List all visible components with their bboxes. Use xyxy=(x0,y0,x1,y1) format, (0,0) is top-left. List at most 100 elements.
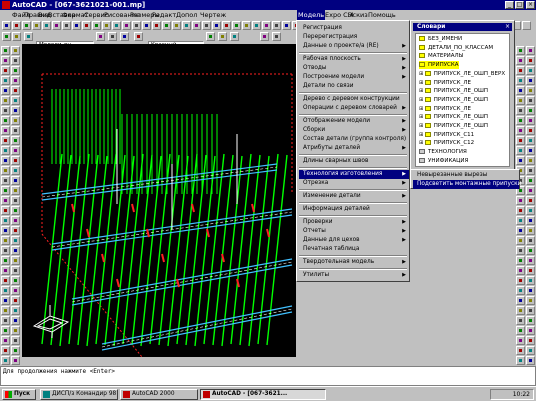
tree-item[interactable]: ⊞ ПРИПУСК_С12 xyxy=(419,139,474,147)
tree-item[interactable]: ⊞ ПРИПУСК_ЛЕ xyxy=(419,79,471,87)
draw-tool-button[interactable] xyxy=(11,336,20,345)
modify-tool-button[interactable] xyxy=(526,356,535,365)
modify-tool-button[interactable] xyxy=(526,56,535,65)
menu-item[interactable]: Допол xyxy=(176,10,197,20)
highlight-allowances-item[interactable]: Подсветить монтажные припуски xyxy=(413,180,521,189)
modify-tool-button[interactable] xyxy=(516,106,525,115)
modify-tool-button[interactable] xyxy=(526,336,535,345)
layer-toolbar-button[interactable] xyxy=(96,32,105,41)
draw-tool-button[interactable] xyxy=(1,326,10,335)
model-menu-item[interactable]: Рабочая плоскость ▶ xyxy=(299,55,409,64)
draw-tool-button[interactable] xyxy=(1,266,10,275)
modify-tool-button[interactable] xyxy=(516,206,525,215)
modify-tool-button[interactable] xyxy=(516,76,525,85)
tree-item[interactable]: ⊞ ПРИПУСК_ЛЕ_ОШП xyxy=(419,113,488,121)
toolbar-button[interactable] xyxy=(42,21,51,30)
draw-tool-button[interactable] xyxy=(11,186,20,195)
modify-tool-button[interactable] xyxy=(526,306,535,315)
toolbar-button[interactable] xyxy=(62,21,71,30)
tree-item[interactable]: УНИФИКАЦИЯ xyxy=(419,157,468,165)
modify-tool-button[interactable] xyxy=(526,276,535,285)
draw-tool-button[interactable] xyxy=(11,176,20,185)
tree-item[interactable]: ДЕТАЛИ_ПО_КЛАССАМ xyxy=(419,44,493,52)
modify-tool-button[interactable] xyxy=(516,276,525,285)
draw-tool-button[interactable] xyxy=(11,146,20,155)
layer-toolbar-button[interactable] xyxy=(272,32,281,41)
modify-tool-button[interactable] xyxy=(526,256,535,265)
toolbar-button[interactable] xyxy=(202,21,211,30)
draw-tool-button[interactable] xyxy=(11,46,20,55)
draw-tool-button[interactable] xyxy=(11,236,20,245)
toolbar-button[interactable] xyxy=(212,21,221,30)
model-menu-item[interactable]: Утилиты ▶ xyxy=(299,271,409,280)
toolbar-button[interactable] xyxy=(92,21,101,30)
draw-tool-button[interactable] xyxy=(1,106,10,115)
tree-item[interactable]: БЕЗ_ИМЕНИ xyxy=(419,35,462,43)
draw-tool-button[interactable] xyxy=(1,206,10,215)
model-menu-item[interactable]: Перерегистрация xyxy=(299,33,409,42)
modify-tool-button[interactable] xyxy=(526,246,535,255)
toolbar-button[interactable] xyxy=(272,21,281,30)
modify-tool-button[interactable] xyxy=(526,46,535,55)
draw-tool-button[interactable] xyxy=(1,96,10,105)
modify-tool-button[interactable] xyxy=(526,226,535,235)
model-menu-item[interactable]: Состав детали (группа контроля) xyxy=(299,135,409,144)
toolbar-button[interactable] xyxy=(112,21,121,30)
modify-tool-button[interactable] xyxy=(526,186,535,195)
modify-tool-button[interactable] xyxy=(526,126,535,135)
draw-tool-button[interactable] xyxy=(1,126,10,135)
draw-tool-button[interactable] xyxy=(11,266,20,275)
modify-tool-button[interactable] xyxy=(526,316,535,325)
toolbar-button[interactable] xyxy=(122,21,131,30)
draw-tool-button[interactable] xyxy=(1,346,10,355)
menu-item[interactable]: Помощь xyxy=(368,10,396,20)
menu-item[interactable]: Эскиз xyxy=(348,10,368,20)
modify-tool-button[interactable] xyxy=(526,76,535,85)
draw-tool-button[interactable] xyxy=(1,196,10,205)
draw-tool-button[interactable] xyxy=(11,346,20,355)
modify-tool-button[interactable] xyxy=(516,306,525,315)
draw-tool-button[interactable] xyxy=(11,76,20,85)
draw-tool-button[interactable] xyxy=(11,356,20,365)
modify-tool-button[interactable] xyxy=(516,96,525,105)
draw-tool-button[interactable] xyxy=(11,56,20,65)
tree-item[interactable]: ТЕХНОЛОГИЯ xyxy=(419,148,467,156)
model-menu-item[interactable]: Данные о проекте/а (RE) ▶ xyxy=(299,42,409,51)
modify-tool-button[interactable] xyxy=(516,316,525,325)
draw-tool-button[interactable] xyxy=(11,166,20,175)
layer-toolbar-button[interactable] xyxy=(108,32,117,41)
model-menu-item[interactable]: Технология изготовления ▶ xyxy=(299,170,409,179)
draw-tool-button[interactable] xyxy=(11,206,20,215)
model-menu-item[interactable]: Твердотельная модель ▶ xyxy=(299,258,409,267)
draw-tool-button[interactable] xyxy=(11,156,20,165)
layer-toolbar-button[interactable] xyxy=(134,32,143,41)
model-menu-item[interactable]: Изменение детали ▶ xyxy=(299,192,409,201)
taskbar-task[interactable]: AutoCAD - [067-3621... xyxy=(200,389,326,400)
layer-toolbar-button[interactable] xyxy=(206,32,215,41)
toolbar-button[interactable] xyxy=(102,21,111,30)
autocad-app-icon[interactable] xyxy=(2,1,10,9)
tree-item[interactable]: ⊞ ПРИПУСК_ЛЕ_ОШП xyxy=(419,96,488,104)
minimize-button[interactable]: _ xyxy=(505,1,514,9)
model-menu-item[interactable]: Печатная таблица xyxy=(299,245,409,254)
toolbar-button[interactable] xyxy=(222,21,231,30)
model-menu-item[interactable]: Отводы ▶ xyxy=(299,64,409,73)
draw-tool-button[interactable] xyxy=(11,126,20,135)
model-menu-item[interactable]: Атрибуты деталей ▶ xyxy=(299,144,409,153)
draw-tool-button[interactable] xyxy=(1,296,10,305)
draw-tool-button[interactable] xyxy=(11,196,20,205)
model-menu-item[interactable]: Проверки ▶ xyxy=(299,218,409,227)
modify-tool-button[interactable] xyxy=(526,156,535,165)
draw-tool-button[interactable] xyxy=(1,306,10,315)
draw-tool-button[interactable] xyxy=(11,256,20,265)
taskbar-task[interactable]: ДИСП/з Командир 98 xyxy=(40,389,118,400)
close-button[interactable]: × xyxy=(526,1,535,9)
draw-tool-button[interactable] xyxy=(1,246,10,255)
command-line[interactable]: Для продолжения нажмите <Enter> xyxy=(0,366,536,386)
modify-tool-button[interactable] xyxy=(516,226,525,235)
modify-tool-button[interactable] xyxy=(526,146,535,155)
draw-tool-button[interactable] xyxy=(11,246,20,255)
toolbar-button[interactable] xyxy=(172,21,181,30)
modify-tool-button[interactable] xyxy=(516,296,525,305)
draw-tool-button[interactable] xyxy=(1,226,10,235)
